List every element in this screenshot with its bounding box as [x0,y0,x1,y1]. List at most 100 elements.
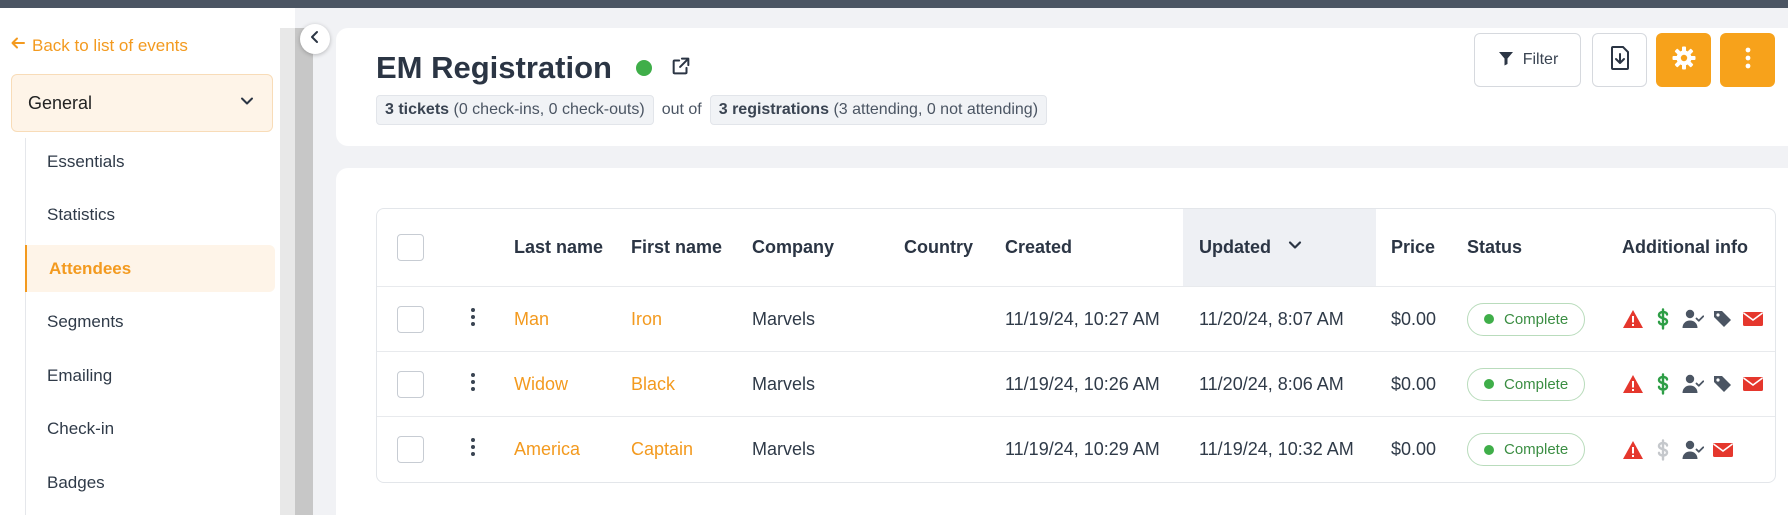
select-all-checkbox[interactable] [397,234,424,261]
chevron-down-icon [238,92,256,115]
row-actions-button[interactable] [470,417,476,482]
status-indicator [635,60,652,76]
file-download-icon [1607,45,1633,76]
row-checkbox[interactable] [397,436,424,463]
attendees-panel: Last name First name Company Country Cre… [336,168,1788,515]
user-check-icon[interactable] [1682,373,1704,395]
section-general[interactable]: General [11,74,273,132]
row-actions-button[interactable] [470,352,476,416]
sidebar-item-label: Badges [47,472,105,492]
sidebar-item-label: Segments [47,312,124,331]
row-checkbox[interactable] [397,370,424,398]
column-created[interactable]: Created [1005,209,1072,286]
sidebar-item-check-in[interactable]: Check-in [25,406,275,453]
chevron-left-icon [308,30,322,49]
first-name-link[interactable]: Black [631,352,675,416]
settings-button[interactable] [1656,33,1711,87]
back-link-label: Back to list of events [32,35,188,55]
column-first-name[interactable]: First name [631,209,722,286]
sidebar-scroll-track[interactable] [280,28,295,515]
column-status[interactable]: Status [1467,209,1522,286]
company-cell: Marvels [752,308,816,329]
sidebar-item-label: Statistics [47,205,116,224]
dollar-icon[interactable] [1652,308,1674,330]
last-name-link[interactable]: America [514,417,580,482]
updated-cell: 11/20/24, 8:06 AM [1199,373,1344,394]
user-check-icon[interactable] [1682,439,1704,461]
table-row[interactable]: America Captain Marvels 11/19/24, 10:29 … [377,417,1775,482]
price-cell: $0.00 [1391,373,1437,394]
status-label: Complete [1504,310,1569,328]
status-badge: Complete [1467,367,1586,401]
warning-icon[interactable] [1622,373,1644,395]
sidebar-item-segments[interactable]: Segments [25,299,275,346]
top-bar [0,0,1788,8]
external-link-icon[interactable] [670,55,692,82]
filter-label: Filter [1522,51,1559,68]
sidebar-item-statistics[interactable]: Statistics [25,192,275,239]
kebab-icon [470,307,476,332]
column-company[interactable]: Company [752,209,834,286]
kebab-icon [1735,45,1761,76]
row-actions-button[interactable] [470,287,476,351]
created-cell: 11/19/24, 10:26 AM [1005,373,1160,394]
column-price[interactable]: Price [1391,209,1435,286]
row-checkbox[interactable] [397,305,424,333]
envelope-icon[interactable] [1742,308,1764,330]
tickets-summary: 3 tickets (0 check-ins, 0 check-outs) [376,95,654,125]
page-title: EM Registration [376,50,612,85]
sidebar-item-badges[interactable]: Badges [25,459,275,506]
column-last-name[interactable]: Last name [514,209,603,286]
created-cell: 11/19/24, 10:29 AM [1005,439,1160,459]
status-dot [1484,379,1494,389]
dollar-icon[interactable] [1652,438,1674,461]
sidebar-scrollbar[interactable] [295,28,313,515]
warning-icon[interactable] [1622,439,1644,461]
table-header-row: Last name First name Company Country Cre… [377,209,1775,287]
column-updated[interactable]: Updated [1183,209,1376,286]
dollar-icon[interactable] [1652,373,1674,395]
filter-button[interactable]: Filter [1474,33,1581,87]
sidebar-item-label: Attendees [49,258,132,278]
more-options-button[interactable] [1720,33,1775,87]
back-to-events-link[interactable]: Back to list of events [10,35,188,56]
updated-cell: 11/20/24, 8:07 AM [1199,308,1344,329]
envelope-icon[interactable] [1742,373,1764,395]
updated-cell: 11/19/24, 10:32 AM [1199,439,1354,459]
column-country[interactable]: Country [904,209,973,286]
company-cell: Marvels [752,439,816,459]
sidebar-item-attendees[interactable]: Attendees [25,245,275,292]
column-additional-info: Additional info [1622,237,1748,257]
last-name-link[interactable]: Widow [514,352,568,416]
sidebar-nav: Essentials Statistics Attendees Segments… [25,138,275,513]
sidebar-item-emailing[interactable]: Emailing [25,352,275,399]
warning-icon[interactable] [1622,308,1644,330]
tags-icon[interactable] [1712,308,1734,330]
table-row[interactable]: Widow Black Marvels 11/19/24, 10:26 AM 1… [377,352,1775,417]
tags-icon[interactable] [1712,373,1734,395]
table-row[interactable]: Man Iron Marvels 11/19/24, 10:27 AM 11/2… [377,287,1775,352]
last-name-link[interactable]: Man [514,287,549,351]
envelope-icon[interactable] [1712,439,1734,461]
company-cell: Marvels [752,373,816,394]
gear-icon [1671,45,1697,76]
filter-icon [1497,49,1515,72]
first-name-link[interactable]: Iron [631,287,662,351]
status-dot [1484,444,1494,455]
attendees-table: Last name First name Company Country Cre… [376,208,1776,483]
user-check-icon[interactable] [1682,308,1704,330]
sidebar-item-label: Emailing [47,365,113,385]
summary-separator: out of [661,101,702,118]
created-cell: 11/19/24, 10:27 AM [1005,308,1160,329]
collapse-sidebar-button[interactable] [300,24,330,54]
export-button[interactable] [1592,33,1647,87]
price-cell: $0.00 [1391,308,1437,329]
status-label: Complete [1504,375,1569,393]
first-name-link[interactable]: Captain [631,417,693,482]
registration-summary: 3 tickets (0 check-ins, 0 check-outs) ou… [376,95,1048,125]
arrow-left-icon [10,35,26,56]
sidebar-item-essentials[interactable]: Essentials [25,138,275,185]
status-badge: Complete [1467,302,1586,336]
kebab-icon [470,437,476,462]
price-cell: $0.00 [1391,439,1437,459]
